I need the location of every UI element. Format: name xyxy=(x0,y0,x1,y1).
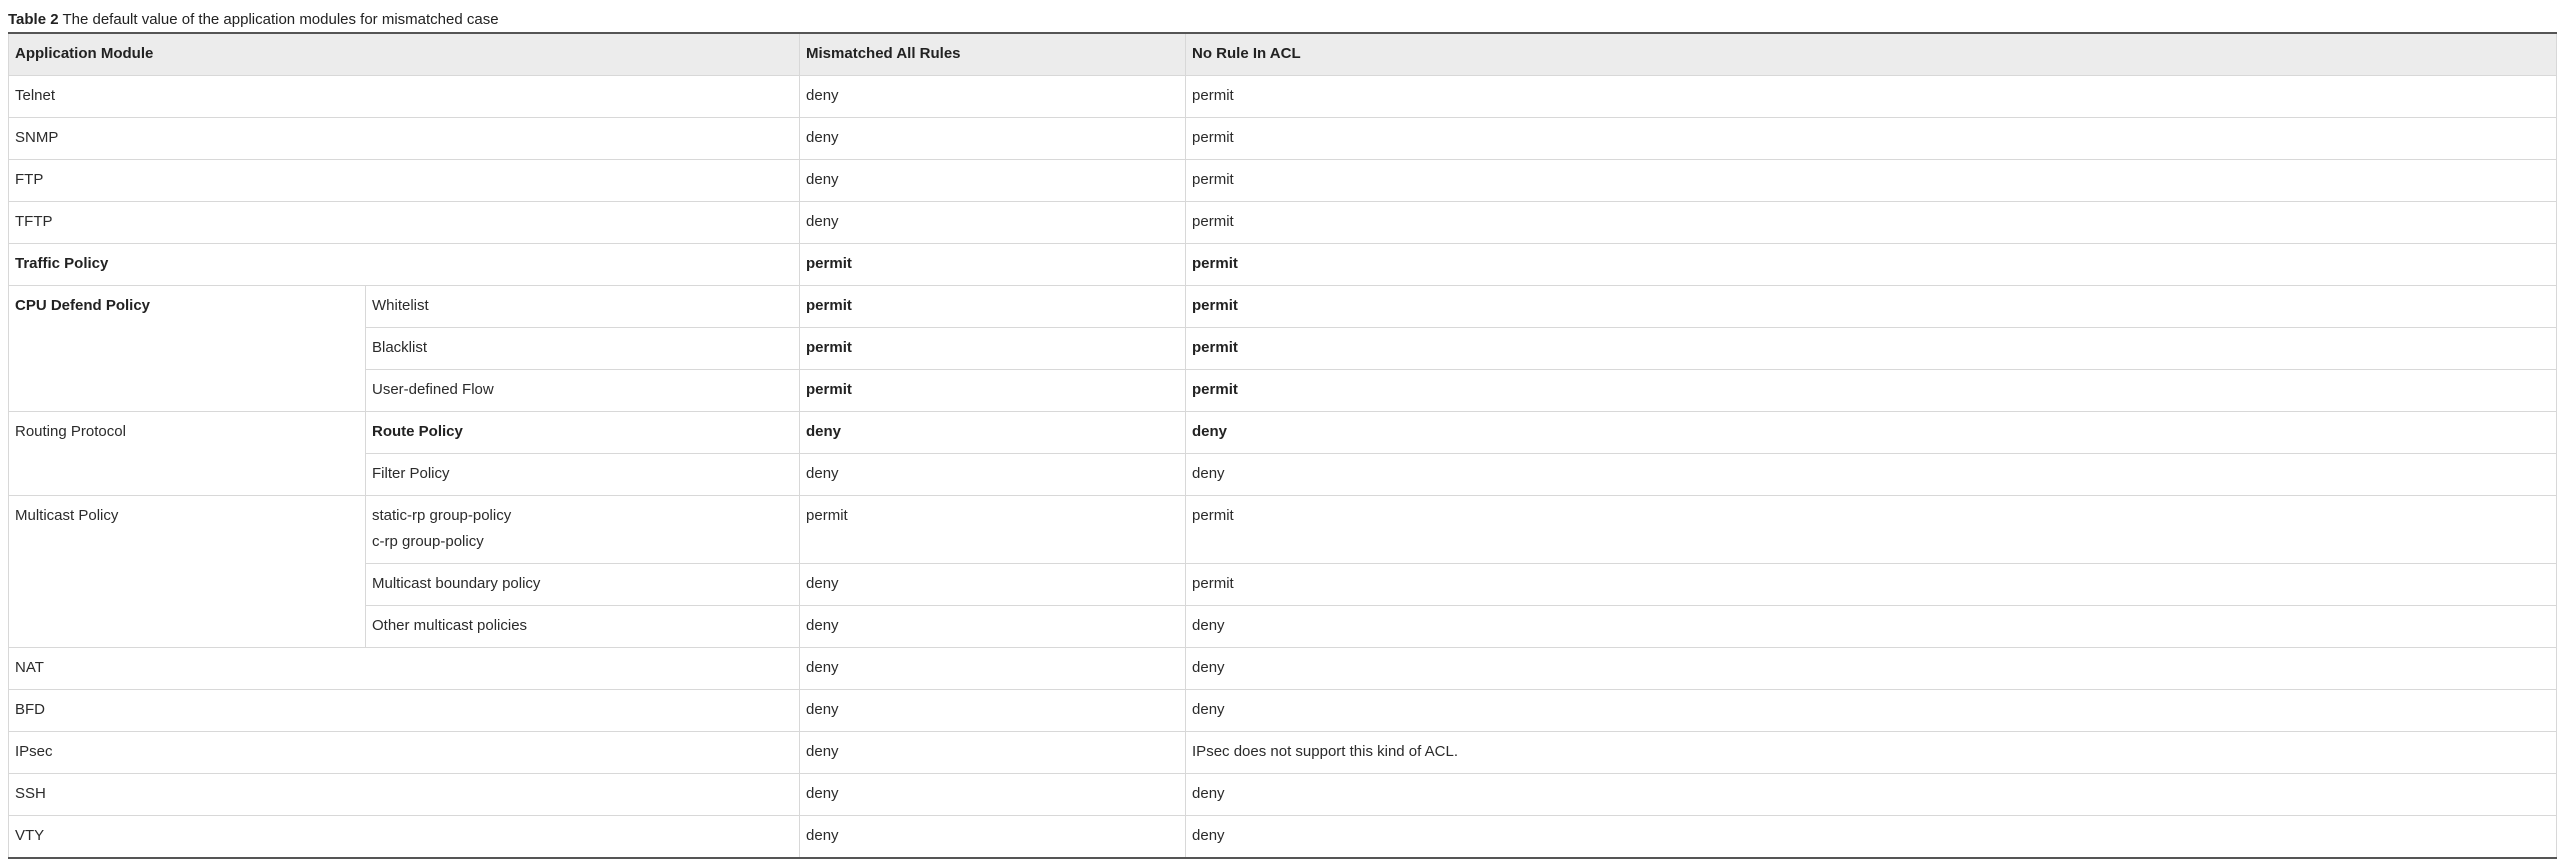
submodule-cell: Filter Policy xyxy=(364,453,801,496)
no-rule-cell: permit xyxy=(1185,75,2558,118)
table-row: Traffic Policy permit permit xyxy=(7,243,2558,286)
no-rule-cell: permit xyxy=(1185,563,2558,606)
no-rule-cell: permit xyxy=(1185,243,2558,286)
no-rule-cell: deny xyxy=(1185,689,2558,732)
module-cell: Routing Protocol xyxy=(8,411,366,496)
table-row: VTY deny deny xyxy=(7,815,2558,859)
no-rule-cell: deny xyxy=(1185,815,2558,859)
mismatched-cell: deny xyxy=(799,411,1187,454)
header-no-rule-in-acl: No Rule In ACL xyxy=(1185,32,2558,76)
no-rule-cell: permit xyxy=(1185,495,2558,564)
mismatched-cell: permit xyxy=(799,285,1187,328)
mismatched-cell: deny xyxy=(799,201,1187,244)
no-rule-cell: permit xyxy=(1185,159,2558,202)
no-rule-cell: permit xyxy=(1185,369,2558,412)
table-row: TFTP deny permit xyxy=(7,201,2558,244)
mismatched-cell: deny xyxy=(799,815,1187,859)
module-cell: CPU Defend Policy xyxy=(8,285,366,412)
table-row: Routing Protocol Route Policy deny deny xyxy=(8,411,2558,496)
mismatched-cell: deny xyxy=(799,773,1187,816)
no-rule-cell: deny xyxy=(1185,605,2558,648)
no-rule-cell: deny xyxy=(1185,773,2558,816)
module-cell: BFD xyxy=(7,689,801,732)
application-modules-table: Application Module Mismatched All Rules … xyxy=(7,32,2558,859)
table-row: FTP deny permit xyxy=(7,159,2558,202)
module-cell: FTP xyxy=(7,159,801,202)
mismatched-cell: deny xyxy=(799,605,1187,648)
table-caption-text: The default value of the application mod… xyxy=(62,11,499,28)
submodule-line: c-rp group-policy xyxy=(372,533,484,550)
submodule-cell: User-defined Flow xyxy=(364,369,801,412)
submodule-line: static-rp group-policy xyxy=(372,507,512,524)
mismatched-cell: permit xyxy=(799,327,1187,370)
header-application-module: Application Module xyxy=(7,32,801,76)
module-cell: TFTP xyxy=(7,201,801,244)
submodule-cell: Route Policy xyxy=(364,411,801,454)
module-cell: Traffic Policy xyxy=(7,243,801,286)
submodule-cell: Multicast boundary policy xyxy=(364,563,801,606)
table-caption: Table 2 The default value of the applica… xyxy=(8,10,2556,32)
table-caption-label: Table 2 xyxy=(8,11,59,28)
module-cell: IPsec xyxy=(7,731,801,774)
table-row: IPsec deny IPsec does not support this k… xyxy=(7,731,2558,774)
table-row: Blacklist permit permit xyxy=(9,327,2558,370)
table-row: User-defined Flow permit permit xyxy=(9,369,2558,412)
module-cell: Multicast Policy xyxy=(8,495,366,648)
no-rule-cell: permit xyxy=(1185,117,2558,160)
table-row: Filter Policy deny deny xyxy=(9,453,2558,496)
no-rule-cell: IPsec does not support this kind of ACL. xyxy=(1185,731,2558,774)
submodule-cell: static-rp group-policy c-rp group-policy xyxy=(364,495,801,564)
submodule-cell: Whitelist xyxy=(364,285,801,328)
table-row: Multicast boundary policy deny permit xyxy=(9,563,2558,606)
table-row: SNMP deny permit xyxy=(7,117,2558,160)
no-rule-cell: permit xyxy=(1185,285,2558,328)
table-row: SSH deny deny xyxy=(7,773,2558,816)
table-header-row: Application Module Mismatched All Rules … xyxy=(7,32,2558,76)
module-cell: SSH xyxy=(7,773,801,816)
submodule-cell: Blacklist xyxy=(364,327,801,370)
mismatched-cell: deny xyxy=(799,75,1187,118)
table-row: Telnet deny permit xyxy=(7,75,2558,118)
module-cell: NAT xyxy=(7,647,801,690)
module-cell: SNMP xyxy=(7,117,801,160)
mismatched-cell: deny xyxy=(799,117,1187,160)
table-row: Multicast Policy static-rp group-policy … xyxy=(8,495,2558,648)
table-row: NAT deny deny xyxy=(7,647,2558,690)
table-row: CPU Defend Policy Whitelist permit permi… xyxy=(8,285,2558,412)
no-rule-cell: deny xyxy=(1185,453,2558,496)
mismatched-cell: deny xyxy=(799,689,1187,732)
document-body: Table 2 The default value of the applica… xyxy=(7,0,2558,859)
mismatched-cell: permit xyxy=(799,243,1187,286)
no-rule-cell: permit xyxy=(1185,327,2558,370)
module-cell: Telnet xyxy=(7,75,801,118)
mismatched-cell: permit xyxy=(799,495,1187,564)
table-row: BFD deny deny xyxy=(7,689,2558,732)
mismatched-cell: deny xyxy=(799,159,1187,202)
mismatched-cell: deny xyxy=(799,731,1187,774)
header-mismatched-all-rules: Mismatched All Rules xyxy=(799,32,1187,76)
no-rule-cell: permit xyxy=(1185,201,2558,244)
mismatched-cell: deny xyxy=(799,453,1187,496)
submodule-cell: Other multicast policies xyxy=(364,605,801,648)
module-cell: VTY xyxy=(7,815,801,859)
mismatched-cell: deny xyxy=(799,563,1187,606)
mismatched-cell: permit xyxy=(799,369,1187,412)
no-rule-cell: deny xyxy=(1185,647,2558,690)
mismatched-cell: deny xyxy=(799,647,1187,690)
table-row: Other multicast policies deny deny xyxy=(9,605,2558,648)
no-rule-cell: deny xyxy=(1185,411,2558,454)
